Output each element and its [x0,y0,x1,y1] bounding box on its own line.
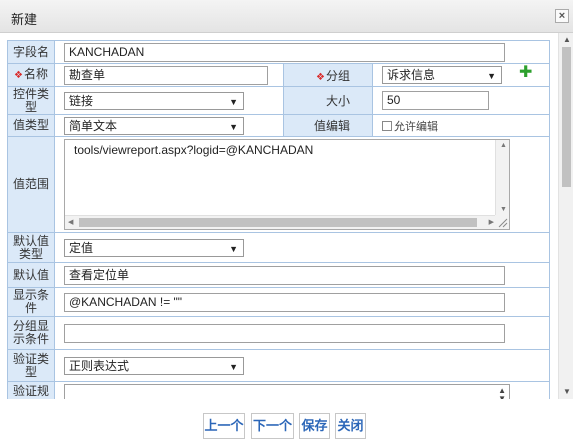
field-name-input[interactable]: KANCHADAN [64,42,505,62]
validation-rule-label: 验证规 [7,381,55,399]
row-group-display-condition: 分组显示条件 [7,316,551,350]
prev-button[interactable]: 上一个 [203,413,245,439]
add-group-plus-icon[interactable]: ✚ [519,62,532,82]
chevron-down-icon: ▼ [487,71,496,81]
default-value-label: 默认值 [7,262,55,288]
chevron-down-icon: ▼ [229,96,238,107]
row-display-condition: 显示条件 @KANCHADAN != "" [7,287,551,317]
chevron-down-icon: ▼ [229,243,238,254]
scroll-up-icon: ▲ [500,142,507,149]
dialog-title: 新建 [11,12,38,27]
group-display-condition-label: 分组显示条件 [7,316,55,350]
value-type-select[interactable]: 简单文本 ▼ [64,116,244,135]
group-label: 分组 [325,68,350,83]
row-validation-rule: 验证规 ▲ ▼ [7,381,551,399]
scroll-thumb[interactable] [79,218,477,227]
close-button[interactable]: 关闭 [335,413,366,439]
size-input[interactable]: 50 [382,91,489,110]
scroll-left-icon: ◀ [68,219,74,226]
default-value-input[interactable]: 查看定位单 [64,265,505,285]
save-button[interactable]: 保存 [299,413,330,439]
field-name-label: 字段名 [7,40,55,64]
dialog-footer: 上一个 下一个 保存 关闭 [0,399,573,445]
spinner-icon: ▲ ▼ [498,386,506,400]
scroll-right-icon: ▶ [488,219,494,226]
default-type-label: 默认值类型 [7,232,55,263]
group-select[interactable]: 诉求信息 ▼ [382,66,502,84]
value-range-textarea[interactable]: tools/viewreport.aspx?logid=@KANCHADAN ▲… [64,139,510,230]
row-name: ❖名称 勘查单 ❖分组 诉求信息 ▼ [7,63,551,87]
display-condition-label: 显示条件 [7,287,55,317]
validation-type-select-value: 正则表达式 [69,358,130,373]
size-label: 大小 [283,86,373,115]
control-type-select-value: 链接 [69,93,94,108]
allow-edit-label: 允许编辑 [394,120,438,133]
row-value-range: 值范围 tools/viewreport.aspx?logid=@KANCHAD… [7,136,551,233]
row-value-type: 值类型 简单文本 ▼ 值编辑 允许编辑 [7,114,551,137]
validation-type-label: 验证类型 [7,349,55,382]
scroll-up-icon[interactable]: ▲ [563,35,571,44]
dialog-vertical-scrollbar[interactable]: ▲ ▼ [558,33,573,399]
name-label-cell: ❖名称 [7,63,55,87]
group-select-value: 诉求信息 [387,68,436,82]
textarea-vertical-scrollbar[interactable]: ▲ ▼ [495,140,509,215]
allow-edit-checkbox[interactable] [382,120,392,131]
value-range-label: 值范围 [7,136,55,233]
dialog-titlebar: 新建 × [0,0,573,33]
textarea-horizontal-scrollbar[interactable]: ◀ ▶ [65,215,497,229]
row-field-name: 字段名 KANCHADAN [7,40,551,64]
chevron-down-icon: ▼ [229,361,238,372]
display-condition-input[interactable]: @KANCHADAN != "" [64,292,505,312]
scroll-thumb[interactable] [562,47,571,187]
name-input[interactable]: 勘查单 [64,65,268,85]
default-type-select-value: 定值 [69,240,94,255]
scroll-down-icon: ▼ [500,206,507,213]
value-range-text: tools/viewreport.aspx?logid=@KANCHADAN [74,143,314,157]
chevron-down-icon: ▼ [229,121,238,132]
value-edit-label: 值编辑 [283,114,373,137]
group-display-condition-input[interactable] [64,323,505,343]
control-type-select[interactable]: 链接 ▼ [64,91,244,110]
close-icon[interactable]: × [555,9,569,23]
validation-rule-input[interactable]: ▲ ▼ [64,384,510,399]
field-form: 字段名 KANCHADAN ❖名称 勘查单 ❖分组 诉求信息 ▼ 控件类型 链接… [7,40,551,399]
required-icon: ❖ [14,70,23,81]
group-label-cell: ❖分组 [283,63,373,87]
default-type-select[interactable]: 定值 ▼ [64,238,244,257]
scroll-down-icon[interactable]: ▼ [563,387,571,396]
name-label: 名称 [23,67,48,81]
row-validation-type: 验证类型 正则表达式 ▼ [7,349,551,382]
value-type-select-value: 简单文本 [69,118,118,133]
value-type-label: 值类型 [7,114,55,137]
control-type-label: 控件类型 [7,86,55,115]
resize-grip-icon[interactable] [495,215,509,229]
row-control-type: 控件类型 链接 ▼ 大小 50 [7,86,551,115]
row-default-value: 默认值 查看定位单 [7,262,551,288]
next-button[interactable]: 下一个 [251,413,294,439]
validation-type-select[interactable]: 正则表达式 ▼ [64,356,244,375]
resize-grip-lines [498,218,508,228]
required-icon: ❖ [316,71,325,83]
dialog-content: 字段名 KANCHADAN ❖名称 勘查单 ❖分组 诉求信息 ▼ 控件类型 链接… [0,33,573,399]
row-default-type: 默认值类型 定值 ▼ [7,232,551,263]
